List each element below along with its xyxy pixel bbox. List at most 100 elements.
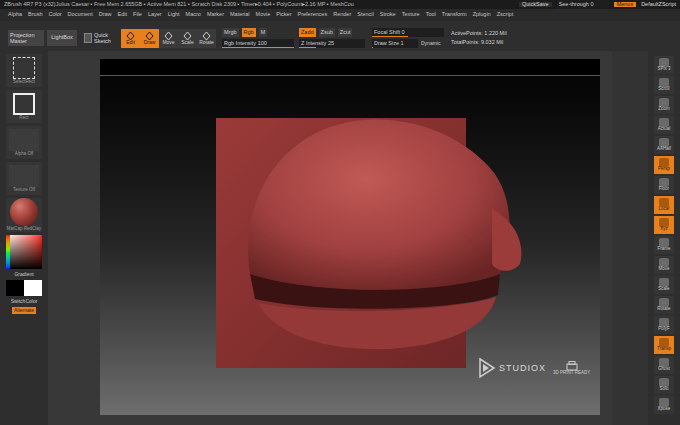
right-shelf-button[interactable]: Actual xyxy=(654,116,674,134)
menu-item[interactable]: Stencil xyxy=(357,12,374,18)
menu-item[interactable]: Draw xyxy=(99,12,112,18)
brush-group: Focal Shift 0 Draw Size 1Dynamic xyxy=(372,28,444,48)
document[interactable]: STUDIOX3D PRINT READY xyxy=(100,59,600,415)
right-shelf-button[interactable]: Zoom xyxy=(654,96,674,114)
z-mode-button[interactable]: Zsub xyxy=(319,28,335,37)
left-shelf-item[interactable]: SelectRect xyxy=(6,54,42,87)
menu-item[interactable]: Layer xyxy=(148,12,162,18)
mode-button[interactable]: Rotate xyxy=(197,29,216,48)
menu-item[interactable]: Edit xyxy=(118,12,127,18)
shelf-icon xyxy=(659,358,669,367)
z-intensity-slider[interactable]: Z Intensity 25 xyxy=(299,39,365,48)
right-shelf-button[interactable]: Xpose xyxy=(654,396,674,414)
switch-color-label[interactable]: SwitchColor xyxy=(11,299,38,304)
rgb-intensity-slider[interactable]: Rgb Intensity 100 xyxy=(222,39,294,48)
draw-size-slider[interactable]: Draw Size 1 xyxy=(372,39,418,48)
menu-item[interactable]: Zplugin xyxy=(473,12,491,18)
color-mode-button[interactable]: Mrgb xyxy=(222,28,239,37)
dynamic-button[interactable]: Dynamic xyxy=(420,39,441,48)
script-label[interactable]: DefaultZScript xyxy=(641,2,676,8)
tool-icon xyxy=(183,32,192,40)
shelf-icon xyxy=(659,378,669,387)
right-shelf-button[interactable]: Frame xyxy=(654,236,674,254)
canvas-bottom-bar xyxy=(100,415,600,425)
menu-item[interactable]: File xyxy=(133,12,142,18)
mode-button[interactable]: Move xyxy=(159,29,178,48)
left-shelf-item[interactable]: MatCap RedClay xyxy=(6,198,42,232)
menu-item[interactable]: Brush xyxy=(28,12,42,18)
mode-button[interactable]: Edit xyxy=(121,29,140,48)
right-shelf-button[interactable]: PolyF xyxy=(654,316,674,334)
right-shelf-button[interactable]: Transp xyxy=(654,336,674,354)
secondary-color-swatch[interactable] xyxy=(24,280,42,296)
canvas-area: STUDIOX3D PRINT READY xyxy=(48,51,612,425)
quick-sketch-button[interactable]: Quick Sketch xyxy=(84,30,118,46)
menu-item[interactable]: Document xyxy=(68,12,93,18)
left-shelf-item[interactable]: Rect xyxy=(6,90,42,123)
menu-item[interactable]: Zscript xyxy=(497,12,514,18)
shelf-icon xyxy=(659,118,669,127)
color-mode-button[interactable]: M xyxy=(259,28,268,37)
shelf-icon xyxy=(659,58,669,67)
menu-item[interactable]: Alpha xyxy=(8,12,22,18)
z-mode-button[interactable]: Zcut xyxy=(338,28,353,37)
projection-master-button[interactable]: Projection Master xyxy=(8,30,44,46)
shelf-icon xyxy=(659,258,669,267)
shelf-icon xyxy=(659,238,669,247)
right-shelf: SPix 3 Scroll Zoom Actual AAHalf Persp Floor Lo… xyxy=(612,51,680,425)
menu-item[interactable]: Stroke xyxy=(380,12,396,18)
alternate-button[interactable]: Alternate xyxy=(12,307,36,314)
right-shelf-button[interactable]: Ghost xyxy=(654,356,674,374)
sketch-icon xyxy=(84,33,92,43)
menu-item[interactable]: Tool xyxy=(426,12,436,18)
focal-shift-slider[interactable]: Focal Shift 0 xyxy=(372,28,444,37)
menu-item[interactable]: Texture xyxy=(402,12,420,18)
right-shelf-button[interactable]: SPix 3 xyxy=(654,56,674,74)
quicksave-button[interactable]: QuickSave xyxy=(519,2,552,8)
color-swatches[interactable] xyxy=(6,280,42,296)
main-area: SelectRectRectAlpha OffTexture OffMatCap… xyxy=(0,51,680,425)
menu-item[interactable]: Light xyxy=(168,12,180,18)
shelf-icon xyxy=(659,138,669,147)
menu-item[interactable]: Render xyxy=(333,12,351,18)
right-shelf-button[interactable]: Solo xyxy=(654,376,674,394)
menu-item[interactable]: Color xyxy=(48,12,61,18)
mode-button[interactable]: Draw xyxy=(140,29,159,48)
title-bar: ZBrush 4R7 P3 (x32)Julius Caesar ▪ Free … xyxy=(0,0,680,9)
menu-item[interactable]: Transform xyxy=(442,12,467,18)
see-through-slider[interactable]: See-through 0 xyxy=(557,0,609,9)
gradient-label[interactable]: Gradient xyxy=(14,272,33,277)
empty-slot-icon xyxy=(9,129,39,151)
menu-item[interactable]: Macro xyxy=(186,12,201,18)
empty-slot-icon xyxy=(9,165,39,187)
right-shelf-button[interactable]: Floor xyxy=(654,176,674,194)
menu-item[interactable]: Material xyxy=(230,12,250,18)
shelf-icon xyxy=(659,398,669,407)
shelf-icon xyxy=(659,198,669,207)
right-shelf-button[interactable]: Move xyxy=(654,256,674,274)
menu-item[interactable]: Picker xyxy=(276,12,291,18)
right-shelf-button[interactable]: Persp xyxy=(654,156,674,174)
color-mode-button[interactable]: Rgb xyxy=(242,28,256,37)
right-shelf-button[interactable]: Xyz xyxy=(654,216,674,234)
left-shelf-item[interactable]: Alpha Off xyxy=(6,126,42,159)
shelf-icon xyxy=(659,318,669,327)
menus-button[interactable]: Menus xyxy=(614,2,637,8)
z-mode-button[interactable]: Zadd xyxy=(299,28,316,37)
right-shelf-button[interactable]: Scale xyxy=(654,276,674,294)
shelf-icon xyxy=(659,218,669,227)
right-shelf-button[interactable]: Rotate xyxy=(654,296,674,314)
lightbox-button[interactable]: LightBox xyxy=(47,30,77,46)
color-picker[interactable] xyxy=(6,235,42,269)
right-shelf-button[interactable]: Scroll xyxy=(654,76,674,94)
menu-item[interactable]: Marker xyxy=(207,12,224,18)
main-color-swatch[interactable] xyxy=(6,280,24,296)
right-shelf-button[interactable]: Local xyxy=(654,196,674,214)
z-group: ZaddZsubZcut Z Intensity 25 xyxy=(299,28,365,48)
right-shelf-button[interactable]: AAHalf xyxy=(654,136,674,154)
left-shelf-item[interactable]: Texture Off xyxy=(6,162,42,195)
shelf-icon xyxy=(659,278,669,287)
mode-button[interactable]: Scale xyxy=(178,29,197,48)
menu-item[interactable]: Preferences xyxy=(298,12,328,18)
menu-item[interactable]: Movie xyxy=(256,12,271,18)
